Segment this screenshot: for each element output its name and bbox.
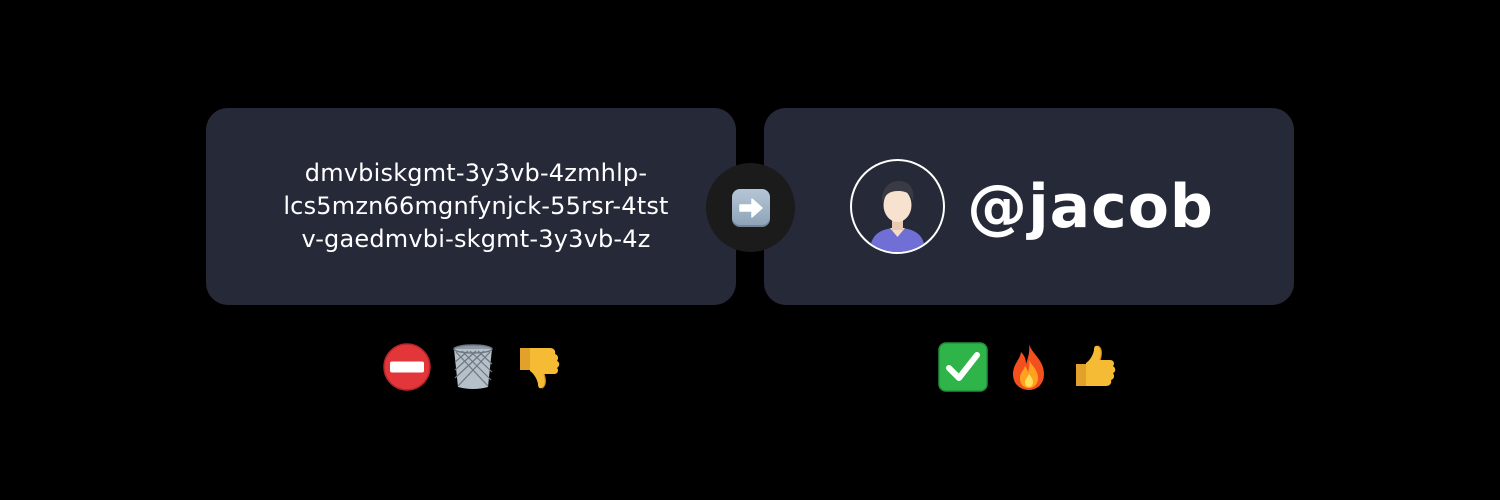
old-address-card: dmvbiskgmt-3y3vb-4zmhlp- lcs5mzn66mgnfyn…	[206, 108, 736, 305]
person-avatar-icon	[850, 159, 946, 254]
right-arrow-icon	[731, 188, 770, 227]
old-address-line-1: dmvbiskgmt-3y3vb-4zmhlp-	[304, 159, 648, 187]
connector-badge	[706, 163, 795, 252]
wastebasket-icon	[453, 344, 493, 389]
fire-icon	[1013, 344, 1044, 390]
old-address-line-3: v-gaedmvbi-skgmt-3y3vb-4z	[301, 225, 651, 253]
username-handle: @jacob	[967, 171, 1214, 242]
no-entry-icon	[383, 343, 431, 391]
identity-row: @jacob	[850, 159, 1214, 254]
thumbs-down-icon	[520, 348, 560, 389]
thumbs-up-icon	[1076, 345, 1116, 386]
check-mark-icon	[938, 342, 988, 392]
old-address-text: dmvbiskgmt-3y3vb-4zmhlp- lcs5mzn66mgnfyn…	[256, 157, 696, 256]
new-identity-card: @jacob	[764, 108, 1294, 305]
left-emoji-row	[382, 342, 580, 392]
old-address-line-2: lcs5mzn66mgnfynjck-55rsr-4tst	[283, 192, 669, 220]
right-emoji-row	[938, 342, 1136, 392]
